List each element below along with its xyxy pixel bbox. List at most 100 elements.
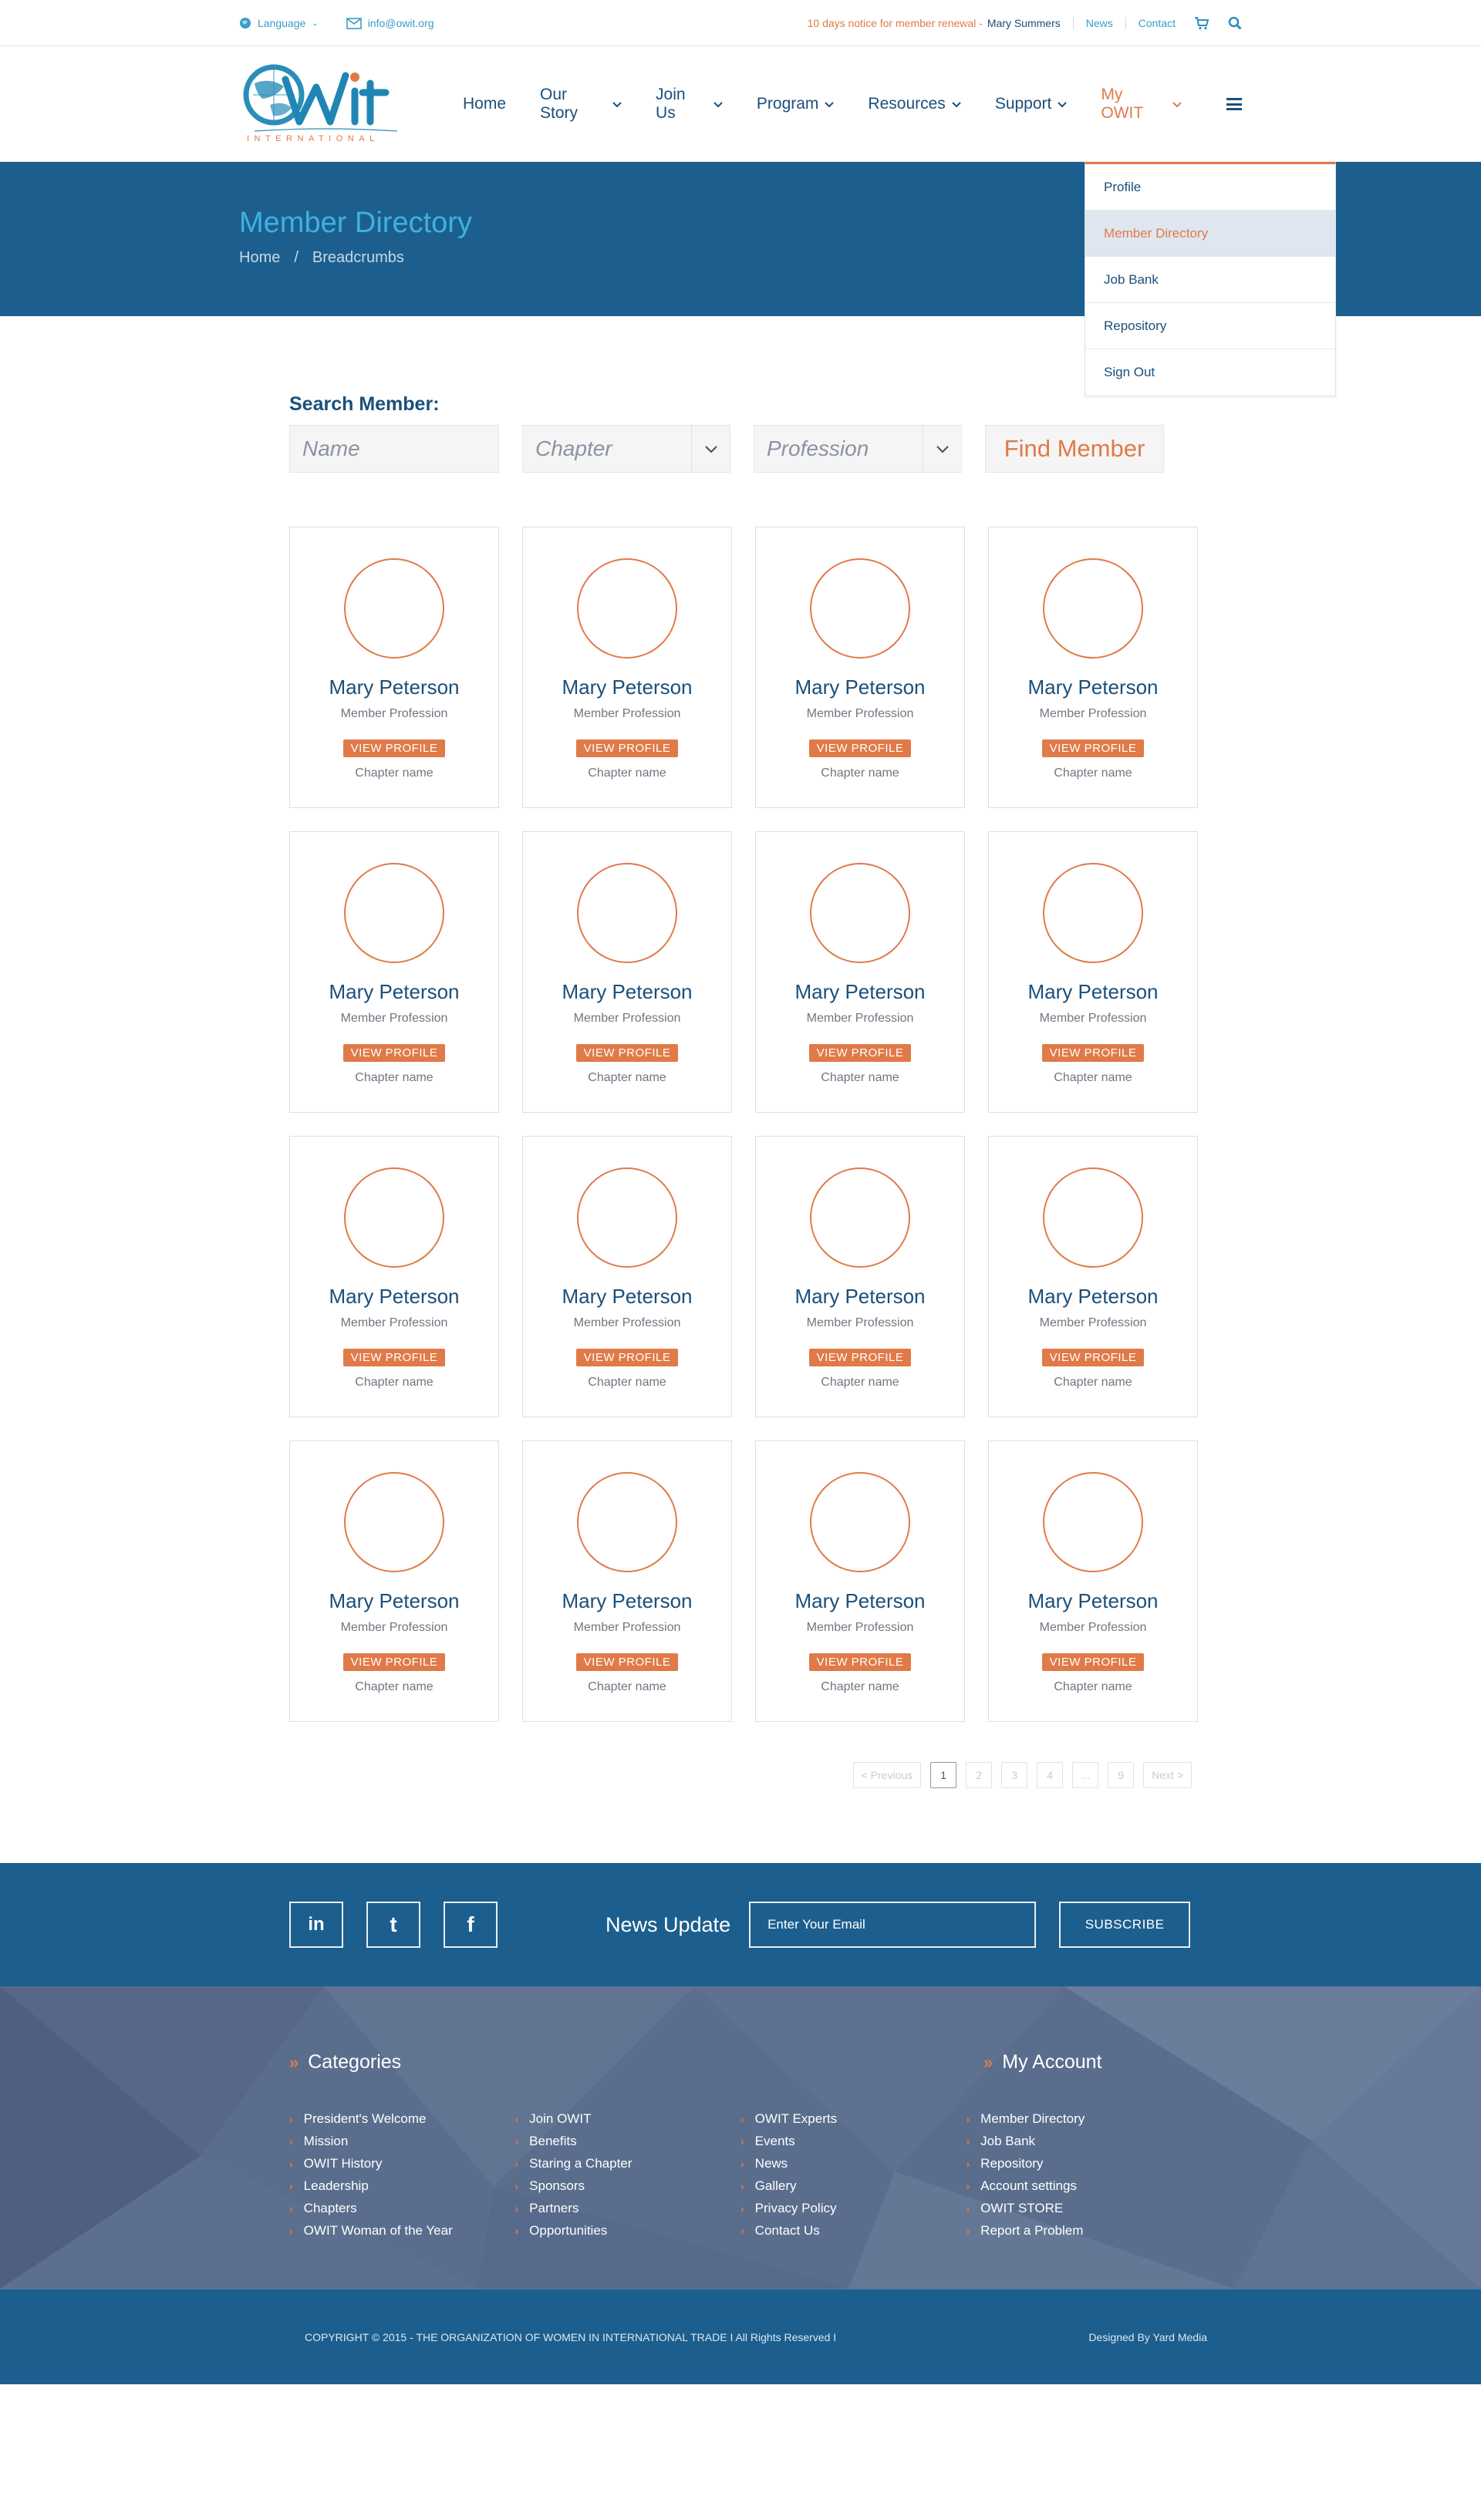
avatar[interactable]: [810, 1167, 910, 1268]
dropdown-item-member-directory[interactable]: Member Directory: [1085, 211, 1335, 257]
contact-link[interactable]: Contact: [1139, 17, 1176, 29]
member-name[interactable]: Mary Peterson: [794, 675, 925, 699]
member-name[interactable]: Mary Peterson: [562, 1285, 692, 1309]
page-button[interactable]: 1: [930, 1762, 957, 1788]
page-button[interactable]: 4: [1037, 1762, 1064, 1788]
next-page-button[interactable]: Next >: [1143, 1762, 1192, 1788]
dropdown-item-sign-out[interactable]: Sign Out: [1085, 349, 1335, 396]
cart-icon[interactable]: [1194, 16, 1209, 30]
footer-link[interactable]: › Sponsors: [515, 2175, 741, 2197]
view-profile-button[interactable]: VIEW PROFILE: [575, 1044, 679, 1062]
page-button[interactable]: 3: [1001, 1762, 1028, 1788]
view-profile-button[interactable]: VIEW PROFILE: [342, 1653, 446, 1671]
view-profile-button[interactable]: VIEW PROFILE: [575, 1349, 679, 1366]
chapter-select[interactable]: Chapter: [522, 425, 730, 473]
avatar[interactable]: [1043, 863, 1143, 963]
avatar[interactable]: [810, 863, 910, 963]
avatar[interactable]: [1043, 1167, 1143, 1268]
avatar[interactable]: [577, 863, 677, 963]
view-profile-button[interactable]: VIEW PROFILE: [1041, 1349, 1145, 1366]
footer-link[interactable]: › Benefits: [515, 2130, 741, 2152]
name-input[interactable]: Name: [289, 425, 499, 473]
view-profile-button[interactable]: VIEW PROFILE: [808, 1044, 912, 1062]
footer-link[interactable]: › Contact Us: [740, 2219, 967, 2242]
breadcrumb-home[interactable]: Home: [239, 249, 280, 267]
footer-link[interactable]: › OWIT Experts: [740, 2107, 967, 2130]
nav-item-support[interactable]: Support: [995, 95, 1068, 113]
user-name-link[interactable]: Mary Summers: [987, 17, 1061, 29]
dropdown-item-job-bank[interactable]: Job Bank: [1085, 257, 1335, 303]
view-profile-button[interactable]: VIEW PROFILE: [342, 1349, 446, 1366]
footer-link[interactable]: › Chapters: [289, 2197, 515, 2219]
owit-logo[interactable]: INTERNATIONAL: [239, 60, 409, 149]
page-button[interactable]: 9: [1108, 1762, 1135, 1788]
avatar[interactable]: [344, 1472, 444, 1572]
nav-item-join-us[interactable]: Join Us: [656, 86, 723, 123]
profession-select[interactable]: Profession: [754, 425, 962, 473]
view-profile-button[interactable]: VIEW PROFILE: [808, 739, 912, 757]
footer-link[interactable]: › Events: [740, 2130, 967, 2152]
footer-link[interactable]: › Mission: [289, 2130, 515, 2152]
newsletter-email-input[interactable]: Enter Your Email: [749, 1902, 1037, 1948]
footer-link[interactable]: › Opportunities: [515, 2219, 741, 2242]
hamburger-menu-icon[interactable]: [1226, 98, 1242, 110]
nav-item-home[interactable]: Home: [463, 95, 506, 113]
view-profile-button[interactable]: VIEW PROFILE: [1041, 1653, 1145, 1671]
nav-item-my-owit[interactable]: My OWIT: [1101, 86, 1182, 123]
member-name[interactable]: Mary Peterson: [329, 675, 459, 699]
dropdown-item-repository[interactable]: Repository: [1085, 303, 1335, 349]
subscribe-button[interactable]: SUBSCRIBE: [1059, 1902, 1191, 1948]
avatar[interactable]: [344, 863, 444, 963]
footer-link[interactable]: › OWIT STORE: [967, 2197, 1193, 2219]
avatar[interactable]: [577, 1472, 677, 1572]
language-selector[interactable]: Language ⌄: [239, 17, 319, 29]
footer-link[interactable]: › OWIT Woman of the Year: [289, 2219, 515, 2242]
avatar[interactable]: [344, 558, 444, 659]
linkedin-icon[interactable]: in: [289, 1902, 343, 1948]
member-name[interactable]: Mary Peterson: [562, 675, 692, 699]
view-profile-button[interactable]: VIEW PROFILE: [575, 739, 679, 757]
footer-link[interactable]: › Leadership: [289, 2175, 515, 2197]
view-profile-button[interactable]: VIEW PROFILE: [808, 1349, 912, 1366]
member-name[interactable]: Mary Peterson: [794, 1589, 925, 1613]
footer-link[interactable]: › Job Bank: [967, 2130, 1193, 2152]
member-name[interactable]: Mary Peterson: [1027, 1285, 1158, 1309]
view-profile-button[interactable]: VIEW PROFILE: [808, 1653, 912, 1671]
avatar[interactable]: [1043, 1472, 1143, 1572]
footer-link[interactable]: › News: [740, 2152, 967, 2175]
avatar[interactable]: [1043, 558, 1143, 659]
avatar[interactable]: [810, 1472, 910, 1572]
email-link[interactable]: info@owit.org: [346, 17, 434, 29]
twitter-icon[interactable]: t: [366, 1902, 420, 1948]
view-profile-button[interactable]: VIEW PROFILE: [1041, 1044, 1145, 1062]
avatar[interactable]: [577, 558, 677, 659]
member-name[interactable]: Mary Peterson: [1027, 980, 1158, 1004]
news-link[interactable]: News: [1086, 17, 1113, 29]
footer-link[interactable]: › Privacy Policy: [740, 2197, 967, 2219]
view-profile-button[interactable]: VIEW PROFILE: [1041, 739, 1145, 757]
member-name[interactable]: Mary Peterson: [562, 980, 692, 1004]
footer-link[interactable]: › Gallery: [740, 2175, 967, 2197]
find-member-button[interactable]: Find Member: [985, 425, 1164, 473]
footer-link[interactable]: › Repository: [967, 2152, 1193, 2175]
nav-item-program[interactable]: Program: [757, 95, 835, 113]
footer-link[interactable]: › Report a Problem: [967, 2219, 1193, 2242]
nav-item-resources[interactable]: Resources: [868, 95, 961, 113]
member-name[interactable]: Mary Peterson: [1027, 675, 1158, 699]
dropdown-item-profile[interactable]: Profile: [1085, 164, 1335, 211]
footer-link[interactable]: › Join OWIT: [515, 2107, 741, 2130]
previous-page-button[interactable]: < Previous: [852, 1762, 922, 1788]
page-button[interactable]: 2: [966, 1762, 993, 1788]
footer-link[interactable]: › President's Welcome: [289, 2107, 515, 2130]
member-name[interactable]: Mary Peterson: [1027, 1589, 1158, 1613]
view-profile-button[interactable]: VIEW PROFILE: [575, 1653, 679, 1671]
member-name[interactable]: Mary Peterson: [794, 980, 925, 1004]
nav-item-our-story[interactable]: Our Story: [540, 86, 622, 123]
avatar[interactable]: [344, 1167, 444, 1268]
footer-link[interactable]: › OWIT History: [289, 2152, 515, 2175]
member-name[interactable]: Mary Peterson: [562, 1589, 692, 1613]
footer-link[interactable]: › Member Directory: [967, 2107, 1193, 2130]
footer-link[interactable]: › Partners: [515, 2197, 741, 2219]
member-name[interactable]: Mary Peterson: [329, 1285, 459, 1309]
member-name[interactable]: Mary Peterson: [794, 1285, 925, 1309]
